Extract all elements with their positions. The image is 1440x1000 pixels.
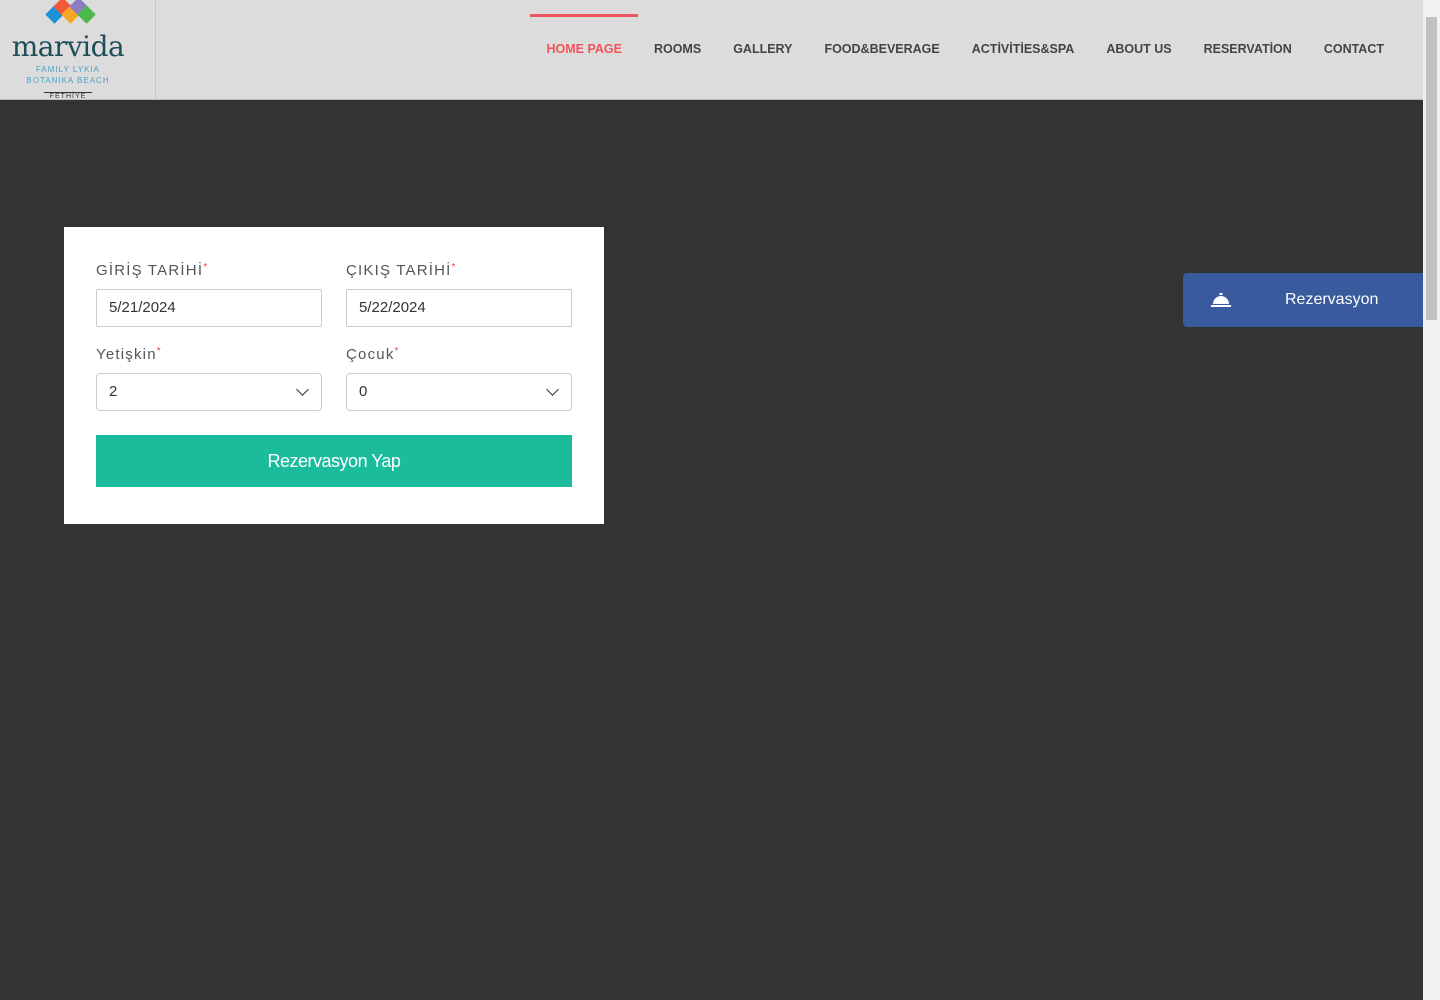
reservation-side-button[interactable]: Rezervasyon [1183, 273, 1423, 327]
logo-line3: FETHİYE [44, 92, 92, 100]
required-mark: * [203, 262, 209, 273]
adults-label-text: Yetişkin [96, 346, 157, 363]
main-nav: HOME PAGE ROOMS GALLERY FOOD&BEVERAGE AC… [530, 0, 1400, 100]
children-select[interactable]: 0 [346, 373, 572, 411]
checkout-label-text: ÇIKIŞ TARİHİ [346, 262, 452, 279]
checkin-label: GİRİŞ TARİHİ* [96, 262, 208, 279]
header: marvida FAMILY LYKIA BOTANIKA BEACH FETH… [0, 0, 1423, 100]
nav-activities-spa[interactable]: ACTİVİTİES&SPA [956, 0, 1091, 100]
nav-food-beverage[interactable]: FOOD&BEVERAGE [808, 0, 955, 100]
logo-line2: BOTANIKA BEACH [26, 76, 110, 85]
nav-gallery[interactable]: GALLERY [717, 0, 808, 100]
submit-reservation-button[interactable]: Rezervasyon Yap [96, 435, 572, 487]
required-mark: * [156, 346, 162, 357]
children-value: 0 [359, 383, 368, 400]
checkout-label: ÇIKIŞ TARİHİ* [346, 262, 457, 279]
logo[interactable]: marvida FAMILY LYKIA BOTANIKA BEACH FETH… [0, 0, 156, 100]
nav-reservation[interactable]: RESERVATİON [1188, 0, 1308, 100]
children-label: Çocuk* [346, 346, 400, 363]
checkin-label-text: GİRİŞ TARİHİ [96, 262, 204, 279]
nav-contact[interactable]: CONTACT [1308, 0, 1400, 100]
concierge-bell-icon [1211, 293, 1231, 307]
scrollbar-thumb[interactable] [1426, 17, 1437, 320]
reservation-side-label: Rezervasyon [1285, 291, 1379, 308]
booking-form: GİRİŞ TARİHİ* 5/21/2024 ÇIKIŞ TARİHİ* 5/… [64, 227, 604, 524]
nav-about-us[interactable]: ABOUT US [1090, 0, 1187, 100]
nav-rooms[interactable]: ROOMS [638, 0, 717, 100]
logo-line1: FAMILY LYKIA [35, 65, 101, 74]
checkin-input[interactable]: 5/21/2024 [96, 289, 322, 327]
required-mark: * [394, 346, 400, 357]
chevron-down-icon [296, 383, 309, 396]
adults-value: 2 [109, 383, 118, 400]
scrollbar[interactable] [1423, 0, 1440, 1000]
chevron-down-icon [546, 383, 559, 396]
adults-select[interactable]: 2 [96, 373, 322, 411]
checkout-input[interactable]: 5/22/2024 [346, 289, 572, 327]
logo-name: marvida [11, 30, 125, 63]
children-label-text: Çocuk [346, 346, 395, 363]
adults-label: Yetişkin* [96, 346, 162, 363]
nav-home[interactable]: HOME PAGE [530, 0, 639, 100]
required-mark: * [451, 262, 457, 273]
